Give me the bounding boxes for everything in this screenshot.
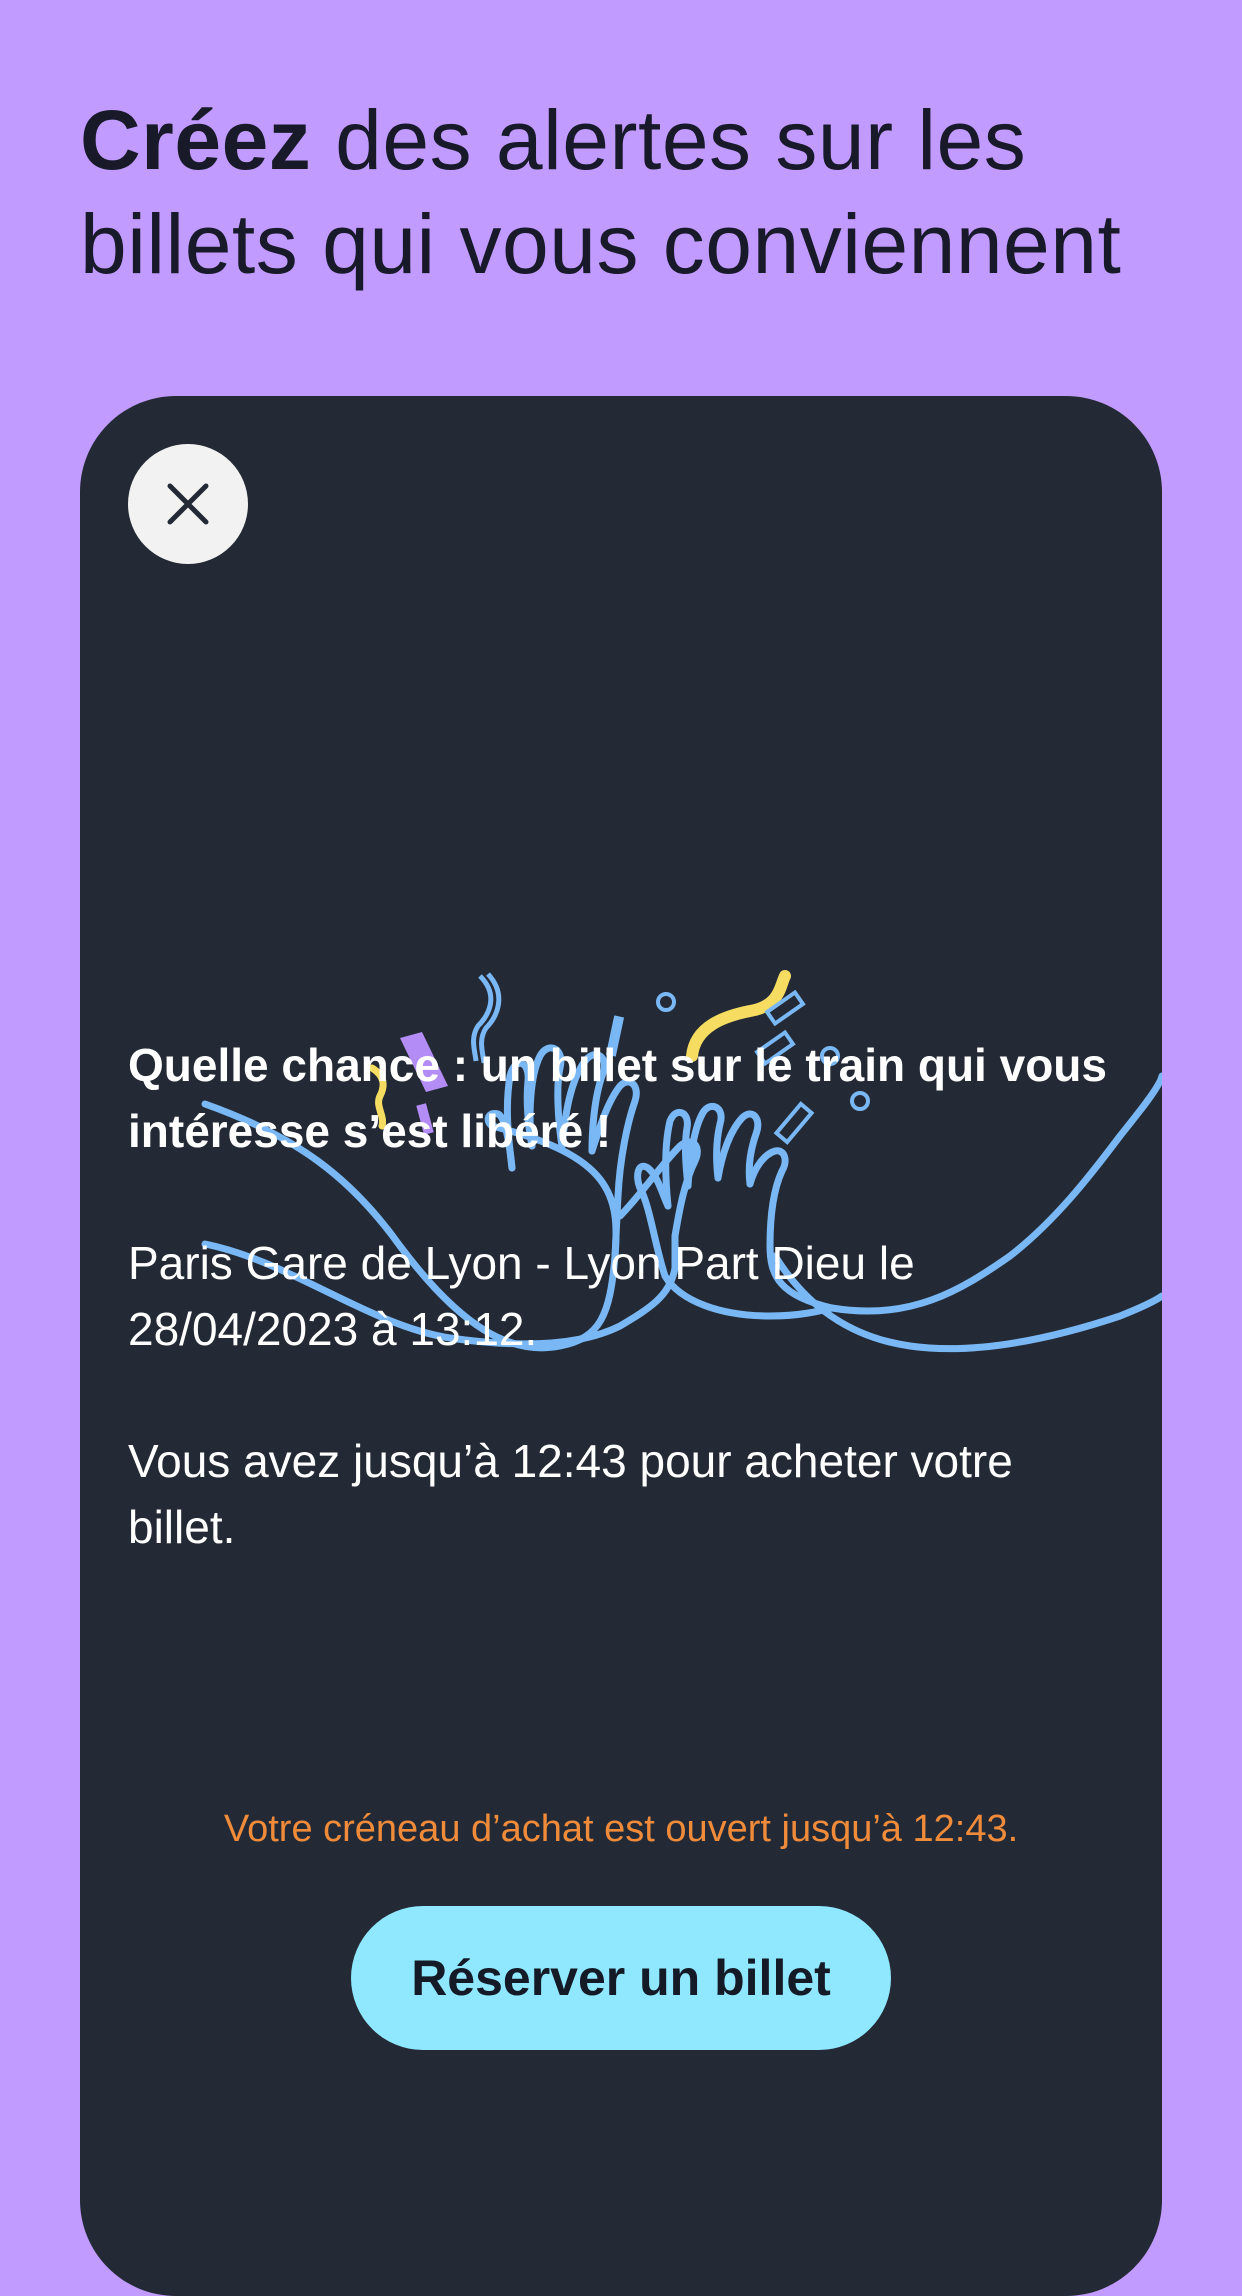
close-button[interactable] bbox=[128, 444, 248, 564]
close-icon bbox=[167, 483, 209, 525]
alert-card: Quelle chance : un billet sur le train q… bbox=[80, 396, 1162, 2296]
route-details: Paris Gare de Lyon - Lyon Part Dieu le 2… bbox=[128, 1237, 915, 1355]
purchase-window-note: Votre créneau d’achat est ouvert jusqu’à… bbox=[223, 1808, 1019, 1850]
book-ticket-button[interactable]: Réserver un billet bbox=[351, 1906, 891, 2050]
page-title: Créez des alertes sur les billets qui vo… bbox=[80, 88, 1180, 296]
page-title-bold: Créez bbox=[80, 93, 312, 187]
alert-message-title: Quelle chance : un billet sur le train q… bbox=[128, 1039, 1107, 1157]
purchase-deadline: Vous avez jusqu’à 12:43 pour acheter vot… bbox=[128, 1435, 1013, 1553]
